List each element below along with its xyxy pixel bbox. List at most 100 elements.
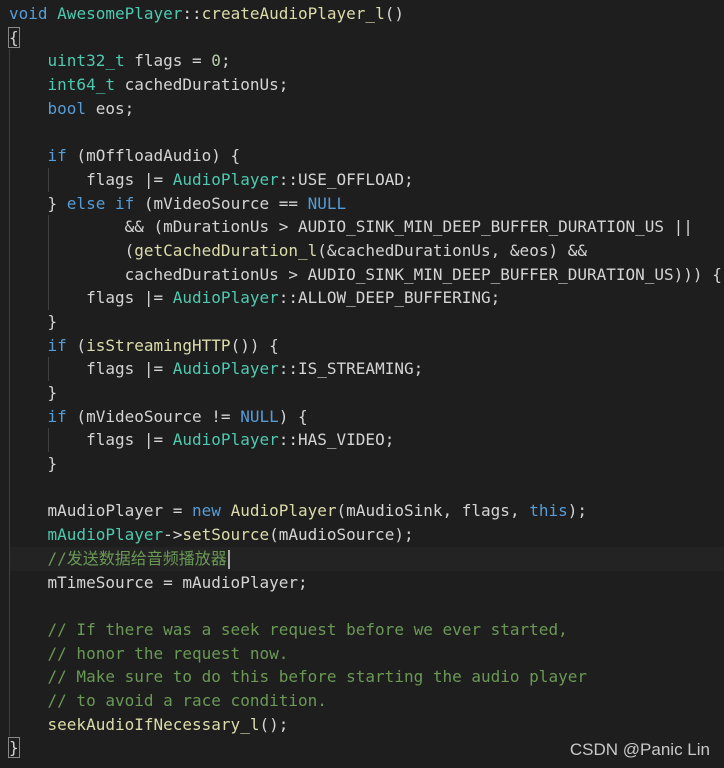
code-line[interactable]: // Make sure to do this before starting …: [9, 665, 724, 689]
code-line[interactable]: }: [9, 381, 724, 405]
code-line[interactable]: seekAudioIfNecessary_l();: [9, 712, 724, 737]
indent-guide: [9, 286, 10, 310]
csdn-watermark: CSDN @Panic Lin: [569, 740, 710, 759]
indent-guide: [9, 333, 10, 358]
code-token: // Make sure to do this before starting …: [47, 667, 587, 687]
code-token: ) {: [278, 406, 308, 426]
indent-guide: [47, 167, 49, 192]
indent-guide: [9, 49, 10, 74]
code-line[interactable]: [9, 120, 724, 145]
code-token: (: [124, 240, 135, 260]
code-token: (mOffloadAudio) {: [66, 146, 241, 166]
code-line[interactable]: }: [9, 309, 724, 334]
code-line[interactable]: && (mDurationUs > AUDIO_SINK_MIN_DEEP_BU…: [9, 215, 724, 239]
code-token: setSource: [182, 525, 270, 545]
code-line[interactable]: if (isStreamingHTTP()) {: [9, 333, 724, 358]
code-token: //发送数据给音频播放器: [47, 548, 227, 568]
code-token: cachedDurationUs;: [114, 75, 289, 95]
indent-guide: [9, 594, 10, 618]
code-token: }: [47, 454, 58, 474]
code-area[interactable]: void AwesomePlayer::createAudioPlayer_l(…: [8, 2, 724, 760]
indent-guide: [9, 499, 10, 524]
indent-guide: [9, 452, 10, 476]
code-line[interactable]: {: [8, 26, 724, 50]
code-line[interactable]: void AwesomePlayer::createAudioPlayer_l(…: [9, 2, 724, 26]
indent-guide: [9, 357, 10, 381]
code-editor[interactable]: void AwesomePlayer::createAudioPlayer_l(…: [0, 0, 724, 768]
code-line[interactable]: mTimeSource = mAudioPlayer;: [9, 570, 724, 595]
code-line[interactable]: // If there was a seek request before we…: [9, 617, 724, 642]
code-line[interactable]: } else if (mVideoSource == NULL: [9, 191, 724, 216]
indent-guide: [47, 428, 49, 453]
code-token: AudioPlayer: [172, 169, 279, 189]
code-token: );: [567, 501, 587, 521]
code-line[interactable]: [9, 594, 724, 618]
code-line[interactable]: }: [9, 452, 724, 476]
code-token: (mAudioSink, flags,: [336, 501, 530, 521]
code-line[interactable]: flags |= AudioPlayer::ALLOW_DEEP_BUFFERI…: [9, 286, 724, 310]
code-token: seekAudioIfNecessary_l: [47, 714, 260, 734]
code-token: ::USE_OFFLOAD;: [278, 169, 414, 189]
code-token: getCachedDuration_l: [134, 240, 318, 260]
code-token: ->: [163, 525, 183, 545]
code-token: (&cachedDurationUs, &eos) &&: [317, 240, 587, 260]
code-token: // If there was a seek request before we…: [47, 619, 568, 639]
code-token: isStreamingHTTP: [86, 335, 231, 355]
code-line[interactable]: mAudioPlayer->setSource(mAudioSource);: [9, 523, 724, 547]
code-token: AudioPlayer: [230, 501, 337, 521]
code-token: if: [47, 406, 67, 426]
indent-guide: [47, 238, 49, 263]
indent-guide: [9, 688, 10, 713]
code-token: (mVideoSource ==: [134, 193, 308, 213]
indent-guide: [9, 262, 10, 287]
code-token: ::: [182, 4, 202, 23]
code-token: if: [47, 335, 67, 355]
code-line[interactable]: uint32_t flags = 0;: [9, 49, 724, 74]
code-token: uint32_t: [47, 51, 125, 71]
indent-guide: [9, 309, 10, 334]
code-token: if: [114, 193, 135, 213]
indent-guide: [9, 523, 10, 547]
code-line[interactable]: flags |= AudioPlayer::HAS_VIDEO;: [9, 428, 724, 453]
code-token: int64_t: [47, 75, 115, 95]
code-token: AudioPlayer: [172, 288, 279, 308]
code-line[interactable]: if (mOffloadAudio) {: [9, 144, 724, 168]
code-line[interactable]: if (mVideoSource != NULL) {: [9, 404, 724, 429]
code-token: mTimeSource = mAudioPlayer;: [47, 572, 308, 592]
indent-guide: [9, 381, 10, 405]
code-token: {: [8, 26, 20, 48]
indent-guide: [9, 144, 10, 168]
code-token: createAudioPlayer_l: [201, 4, 385, 23]
code-line[interactable]: (getCachedDuration_l(&cachedDurationUs, …: [9, 238, 724, 263]
indent-guide: [9, 641, 10, 666]
code-line[interactable]: flags |= AudioPlayer::USE_OFFLOAD;: [9, 167, 724, 192]
code-line[interactable]: // honor the request now.: [9, 641, 724, 666]
indent-guide: [9, 546, 10, 571]
code-line[interactable]: mAudioPlayer = new AudioPlayer(mAudioSin…: [9, 499, 724, 524]
code-line[interactable]: cachedDurationUs > AUDIO_SINK_MIN_DEEP_B…: [9, 262, 724, 287]
indent-guide: [9, 617, 10, 642]
code-token: void: [9, 4, 48, 23]
code-line[interactable]: bool eos;: [9, 96, 724, 121]
code-line[interactable]: [9, 475, 724, 500]
code-token: bool: [47, 98, 87, 118]
code-line[interactable]: // to avoid a race condition.: [9, 688, 724, 713]
code-token: (mVideoSource !=: [66, 406, 241, 426]
code-token: flags |=: [86, 359, 173, 379]
code-token: flags |=: [86, 430, 173, 450]
code-token: // honor the request now.: [47, 643, 289, 663]
code-token: ()) {: [230, 335, 279, 355]
code-token: 0: [211, 51, 221, 71]
code-line[interactable]: //发送数据给音频播放器: [9, 546, 724, 571]
code-token: (): [384, 4, 404, 23]
indent-guide: [9, 712, 10, 737]
code-token: cachedDurationUs > AUDIO_SINK_MIN_DEEP_B…: [124, 264, 722, 284]
code-token: ::ALLOW_DEEP_BUFFERING;: [278, 288, 501, 308]
code-token: (: [66, 335, 87, 355]
code-line[interactable]: flags |= AudioPlayer::IS_STREAMING;: [9, 357, 724, 381]
code-token: if: [47, 146, 67, 166]
code-token: ::HAS_VIDEO;: [278, 430, 395, 450]
code-line[interactable]: int64_t cachedDurationUs;: [9, 73, 724, 97]
code-token: AudioPlayer: [172, 359, 279, 379]
